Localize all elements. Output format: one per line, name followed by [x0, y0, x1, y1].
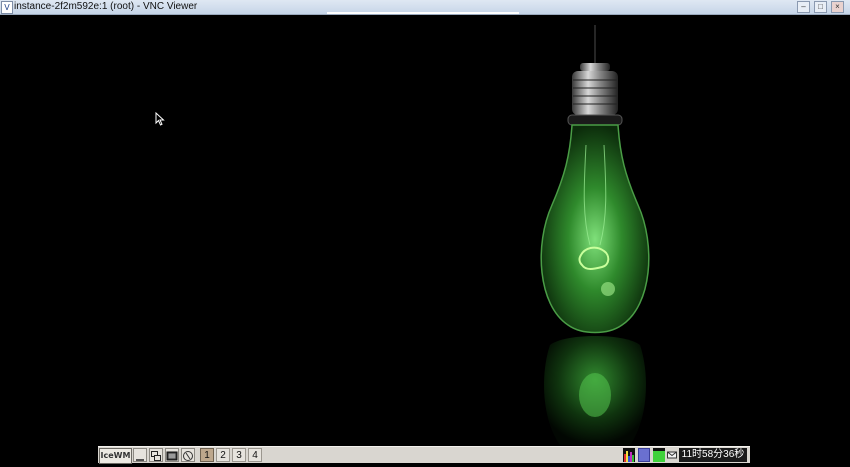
cpu-monitor-icon[interactable]	[623, 448, 635, 462]
close-icon[interactable]: ×	[831, 1, 844, 13]
clock[interactable]: 11时58分36秒	[679, 448, 747, 462]
window-title: instance-2f2m592e:1 (root) - VNC Viewer	[14, 1, 198, 12]
workspace-3-button[interactable]: 3	[232, 448, 246, 462]
mouse-cursor-icon	[155, 112, 165, 126]
minimize-icon[interactable]: –	[797, 1, 810, 13]
taskbar: IceWM 1 2 3 4 11时58分36秒	[98, 446, 750, 464]
terminal-icon[interactable]	[165, 448, 179, 462]
workspace-2-button[interactable]: 2	[216, 448, 230, 462]
remote-desktop[interactable]	[0, 15, 850, 446]
workspace-1-button[interactable]: 1	[200, 448, 214, 462]
mail-icon[interactable]	[667, 448, 677, 462]
memory-icon[interactable]	[653, 448, 665, 462]
light-bulb-wallpaper	[540, 25, 650, 445]
workspace-4-button[interactable]: 4	[248, 448, 262, 462]
maximize-icon[interactable]: □	[814, 1, 827, 13]
window-list-icon[interactable]	[149, 448, 163, 462]
browser-icon[interactable]	[181, 448, 195, 462]
vnc-icon[interactable]: V	[1, 1, 13, 14]
show-desktop-icon[interactable]	[133, 448, 147, 462]
connection-progress-bar	[327, 12, 519, 14]
network-icon[interactable]	[638, 448, 650, 462]
title-bar[interactable]: V instance-2f2m592e:1 (root) - VNC Viewe…	[0, 0, 850, 15]
